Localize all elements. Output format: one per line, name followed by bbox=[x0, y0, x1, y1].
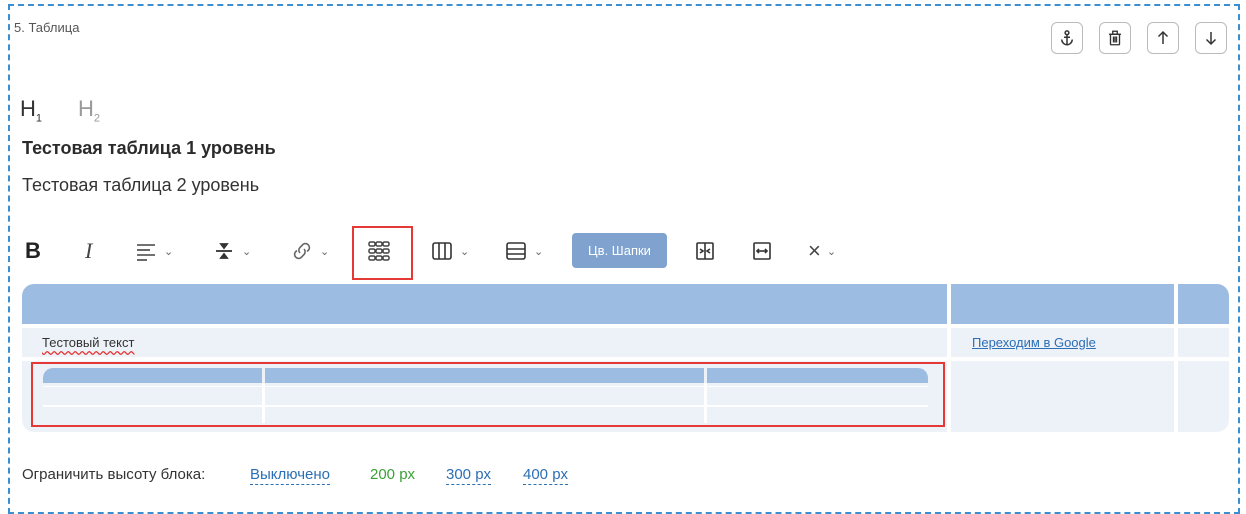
height-option-300[interactable]: 300 px bbox=[446, 466, 492, 485]
table-header-cell[interactable] bbox=[22, 284, 947, 324]
table-cell[interactable]: Тестовый текст bbox=[22, 328, 947, 357]
table-cell[interactable] bbox=[951, 361, 1174, 432]
italic-button[interactable]: I bbox=[85, 234, 92, 268]
chevron-down-icon: ⌄ bbox=[320, 245, 330, 258]
align-left-icon bbox=[137, 244, 155, 261]
rows-icon bbox=[506, 242, 526, 260]
table-header-cell[interactable] bbox=[1178, 284, 1229, 324]
table-cell[interactable] bbox=[1178, 361, 1229, 432]
heading-1-toggle[interactable]: H1 bbox=[20, 96, 42, 124]
chevron-down-icon: ⌄ bbox=[164, 245, 174, 258]
title-level-2[interactable]: Тестовая таблица 2 уровень bbox=[22, 175, 259, 196]
heading-1-sub: 1 bbox=[35, 112, 43, 125]
trash-icon bbox=[1109, 30, 1121, 46]
heading-1-label: H bbox=[20, 96, 36, 121]
height-option-off[interactable]: Выключено bbox=[250, 466, 330, 485]
title-level-1[interactable]: Тестовая таблица 1 уровень bbox=[22, 138, 276, 159]
bold-button[interactable]: B bbox=[25, 234, 41, 268]
chevron-down-icon: ⌄ bbox=[242, 245, 252, 258]
link-dropdown[interactable]: ⌄ bbox=[290, 234, 329, 268]
arrow-down-icon bbox=[1205, 32, 1217, 46]
move-up-button[interactable] bbox=[1147, 22, 1179, 54]
google-link[interactable]: Переходим в Google bbox=[972, 335, 1096, 350]
merge-cells-button[interactable] bbox=[693, 234, 717, 268]
table-cell[interactable]: Переходим в Google bbox=[951, 328, 1174, 357]
height-option-200[interactable]: 200 px bbox=[370, 466, 415, 484]
table-cell[interactable] bbox=[1178, 328, 1229, 357]
highlight-nested-table bbox=[31, 362, 945, 427]
heading-2-toggle[interactable]: H2 bbox=[78, 96, 100, 124]
grid-icon bbox=[368, 241, 390, 261]
insert-nested-table-button[interactable] bbox=[367, 234, 391, 268]
delete-button[interactable] bbox=[1099, 22, 1131, 54]
arrow-up-icon bbox=[1157, 30, 1169, 44]
split-cells-icon bbox=[753, 242, 771, 260]
height-limit-label: Ограничить высоту блока: bbox=[22, 466, 206, 483]
merge-cells-icon bbox=[696, 242, 714, 260]
columns-icon bbox=[432, 242, 452, 260]
heading-2-sub: 2 bbox=[93, 112, 101, 125]
close-icon: × bbox=[808, 238, 821, 263]
vertical-align-dropdown[interactable]: ⌄ bbox=[212, 234, 251, 268]
align-dropdown[interactable]: ⌄ bbox=[134, 234, 173, 268]
anchor-icon bbox=[1061, 30, 1073, 46]
chevron-down-icon: ⌄ bbox=[826, 245, 837, 258]
heading-2-label: H bbox=[78, 96, 94, 121]
chevron-down-icon: ⌄ bbox=[460, 245, 470, 258]
chevron-down-icon: ⌄ bbox=[534, 245, 544, 258]
block-title: 5. Таблица bbox=[14, 20, 80, 35]
split-cells-button[interactable] bbox=[750, 234, 774, 268]
vertical-align-icon bbox=[216, 243, 232, 259]
anchor-button[interactable] bbox=[1051, 22, 1083, 54]
header-color-button[interactable]: Цв. Шапки bbox=[572, 233, 667, 268]
table-header-cell[interactable] bbox=[951, 284, 1174, 324]
columns-dropdown[interactable]: ⌄ bbox=[430, 234, 469, 268]
clear-dropdown[interactable]: × ⌄ bbox=[808, 234, 836, 268]
height-option-400[interactable]: 400 px bbox=[523, 466, 569, 485]
link-icon bbox=[293, 242, 311, 260]
rows-dropdown[interactable]: ⌄ bbox=[504, 234, 543, 268]
cell-text: Тестовый текст bbox=[42, 335, 135, 350]
move-down-button[interactable] bbox=[1195, 22, 1227, 54]
